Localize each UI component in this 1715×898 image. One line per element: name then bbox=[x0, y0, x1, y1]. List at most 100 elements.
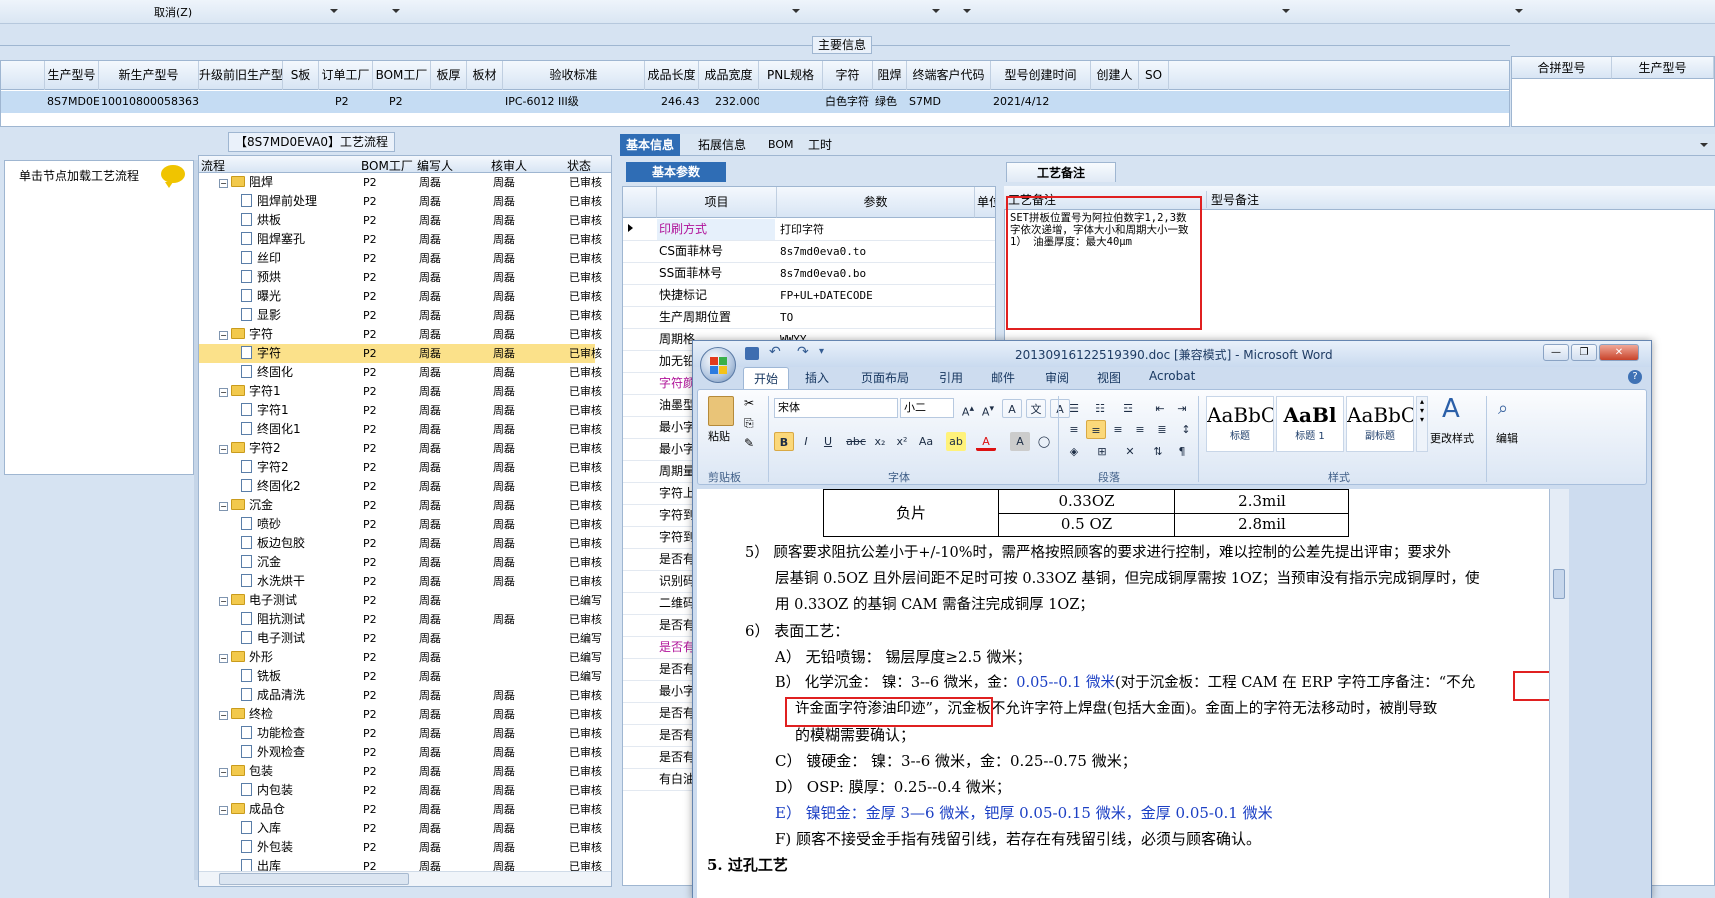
subscript-icon[interactable]: x₂ bbox=[870, 432, 890, 451]
column-header[interactable]: 生产型号 bbox=[45, 61, 99, 90]
column-header[interactable]: 项目 bbox=[657, 187, 777, 218]
column-header[interactable]: BOM工厂 bbox=[373, 61, 431, 90]
help-icon[interactable]: ? bbox=[1628, 370, 1642, 384]
column-header[interactable]: 单位 bbox=[975, 187, 995, 218]
strikethrough-icon[interactable]: abc bbox=[846, 432, 866, 451]
table-row[interactable]: 生产周期位置 TO bbox=[623, 307, 995, 329]
font-name-select[interactable]: 宋体 bbox=[774, 398, 898, 418]
table-cell[interactable]: IPC-6012 III级 bbox=[505, 91, 645, 113]
paste-button[interactable]: 粘贴 bbox=[708, 428, 730, 444]
scrollbar-thumb[interactable] bbox=[1553, 569, 1565, 599]
quick-access-dropdown-icon[interactable]: ▾ bbox=[819, 346, 824, 357]
column-header[interactable]: 板厚 bbox=[431, 61, 467, 90]
format-painter-icon[interactable]: ✎ bbox=[744, 436, 754, 450]
column-header[interactable]: 创建人 bbox=[1091, 61, 1139, 90]
column-header[interactable]: 参数 bbox=[777, 187, 975, 218]
table-cell[interactable] bbox=[761, 91, 823, 113]
column-header[interactable]: 型号创建时间 bbox=[991, 61, 1091, 90]
superscript-icon[interactable]: x² bbox=[892, 432, 912, 451]
table-row[interactable]: − 成品仓 P2 周磊 周磊 已审核 bbox=[199, 800, 602, 819]
borders-icon[interactable]: ⊞ bbox=[1092, 442, 1112, 461]
table-row[interactable]: 终固化1 P2 周磊 周磊 已审核 bbox=[199, 420, 602, 439]
column-header[interactable]: 生产型号 bbox=[1612, 57, 1714, 79]
paste-icon[interactable] bbox=[708, 396, 734, 426]
collapse-toggle-icon[interactable]: − bbox=[219, 502, 228, 511]
close-button[interactable]: ✕ bbox=[1599, 344, 1639, 361]
column-header[interactable]: 型号备注 bbox=[1206, 191, 1259, 208]
tab-references[interactable]: 引用 bbox=[939, 369, 963, 386]
undo-icon[interactable]: ↶ bbox=[769, 344, 781, 360]
align-right-icon[interactable]: ≡ bbox=[1108, 420, 1128, 439]
change-styles-icon[interactable]: A bbox=[1442, 394, 1460, 424]
table-row[interactable]: − 字符2 P2 周磊 周磊 已审核 bbox=[199, 439, 602, 458]
collapse-toggle-icon[interactable]: − bbox=[219, 331, 228, 340]
table-row[interactable]: 外包装 P2 周磊 周磊 已审核 bbox=[199, 838, 602, 857]
table-row[interactable]: 阻焊前处理 P2 周磊 周磊 已审核 bbox=[199, 192, 602, 211]
styles-scroll[interactable]: ▴ ▾ ▾ bbox=[1416, 396, 1428, 452]
table-row[interactable]: 板边包胶 P2 周磊 周磊 已审核 bbox=[199, 534, 602, 553]
edit-button[interactable]: 编辑 bbox=[1496, 430, 1518, 446]
tab-bom[interactable]: BOM bbox=[762, 134, 800, 156]
table-cell[interactable] bbox=[1141, 91, 1169, 113]
collapse-toggle-icon[interactable]: − bbox=[219, 388, 228, 397]
minimize-button[interactable]: — bbox=[1543, 344, 1569, 361]
tab-process-notes[interactable]: 工艺备注 bbox=[1006, 162, 1116, 182]
change-case-icon[interactable]: Aa bbox=[916, 432, 936, 451]
chevron-down-icon[interactable] bbox=[1282, 9, 1290, 13]
table-row[interactable]: SS面菲林号 8s7md0eva0.bo bbox=[623, 263, 995, 285]
scrollbar-thumb[interactable] bbox=[219, 873, 409, 885]
clear-format-icon[interactable]: A bbox=[1002, 399, 1022, 418]
table-row[interactable]: 印刷方式 打印字符 bbox=[623, 219, 995, 241]
collapse-toggle-icon[interactable]: − bbox=[219, 806, 228, 815]
column-header[interactable]: SO bbox=[1139, 61, 1169, 90]
collapse-toggle-icon[interactable]: − bbox=[219, 711, 228, 720]
table-row[interactable]: 内包装 P2 周磊 周磊 已审核 bbox=[199, 781, 602, 800]
grow-font-icon[interactable]: A▴ bbox=[958, 399, 978, 419]
table-row[interactable]: 阻焊塞孔 P2 周磊 周磊 已审核 bbox=[199, 230, 602, 249]
table-row[interactable]: 沉金 P2 周磊 周磊 已审核 bbox=[199, 553, 602, 572]
column-header[interactable]: 流程 bbox=[201, 157, 225, 174]
column-header[interactable]: S板 bbox=[283, 61, 319, 90]
table-row[interactable]: − 字符 P2 周磊 周磊 已审核 bbox=[199, 325, 602, 344]
bold-icon[interactable]: B bbox=[774, 432, 794, 451]
load-hint[interactable]: 单击节点加载工艺流程 bbox=[19, 167, 139, 184]
table-row[interactable]: 阻抗测试 P2 周磊 周磊 已审核 bbox=[199, 610, 602, 629]
increase-indent-icon[interactable]: ⇥ bbox=[1172, 399, 1192, 418]
table-row[interactable]: 预烘 P2 周磊 周磊 已审核 bbox=[199, 268, 602, 287]
table-cell[interactable]: S7MD bbox=[909, 91, 991, 113]
table-cell[interactable] bbox=[201, 91, 283, 113]
justify-icon[interactable]: ≡ bbox=[1130, 420, 1150, 439]
table-row[interactable]: 电子测试 P2 周磊 已编写 bbox=[199, 629, 602, 648]
document-page[interactable]: 负片 0.33OZ 2.3mil 0.5 OZ 2.8mil 5） 顾客要求阻抗… bbox=[697, 489, 1569, 898]
vertical-scrollbar[interactable] bbox=[1549, 489, 1569, 898]
highlight-icon[interactable]: ab bbox=[946, 432, 966, 451]
style-heading-1[interactable]: AaBl 标题 1 bbox=[1276, 396, 1344, 452]
phonetic-guide-icon[interactable]: 文 bbox=[1026, 399, 1046, 418]
multilevel-list-icon[interactable]: ☲ bbox=[1118, 399, 1138, 418]
tab-basic-info[interactable]: 基本信息 bbox=[620, 134, 681, 156]
table-row[interactable]: 入库 P2 周磊 周磊 已审核 bbox=[199, 819, 602, 838]
cut-icon[interactable]: ✂ bbox=[744, 396, 754, 410]
tab-mailings[interactable]: 邮件 bbox=[991, 369, 1015, 386]
save-icon[interactable] bbox=[745, 347, 759, 360]
copy-icon[interactable]: ⎘ bbox=[744, 416, 754, 431]
table-cell[interactable]: P2 bbox=[375, 91, 431, 113]
italic-icon[interactable]: I bbox=[796, 432, 816, 451]
redo-icon[interactable]: ↷ bbox=[797, 344, 809, 360]
tab-view[interactable]: 视图 bbox=[1097, 369, 1121, 386]
table-row[interactable]: − 电子测试 P2 周磊 已编写 bbox=[199, 591, 602, 610]
bullets-icon[interactable]: ☰ bbox=[1064, 399, 1084, 418]
font-color-icon[interactable]: A bbox=[976, 432, 996, 451]
row-header-corner[interactable] bbox=[1, 61, 45, 90]
param-value[interactable]: TO bbox=[777, 307, 973, 328]
tab-home[interactable]: 开始 bbox=[743, 367, 790, 389]
table-row[interactable]: 烘板 P2 周磊 周磊 已审核 bbox=[199, 211, 602, 230]
table-row[interactable]: − 沉金 P2 周磊 周磊 已审核 bbox=[199, 496, 602, 515]
collapse-toggle-icon[interactable]: − bbox=[219, 654, 228, 663]
column-header[interactable]: PNL规格 bbox=[759, 61, 823, 90]
table-cell[interactable] bbox=[1093, 91, 1139, 113]
chinese-layout-icon[interactable]: ✕ bbox=[1120, 442, 1140, 461]
table-row[interactable]: 丝印 P2 周磊 周磊 已审核 bbox=[199, 249, 602, 268]
table-row[interactable]: − 阻焊 P2 周磊 周磊 已审核 bbox=[199, 173, 602, 192]
tab-insert[interactable]: 插入 bbox=[805, 369, 829, 386]
